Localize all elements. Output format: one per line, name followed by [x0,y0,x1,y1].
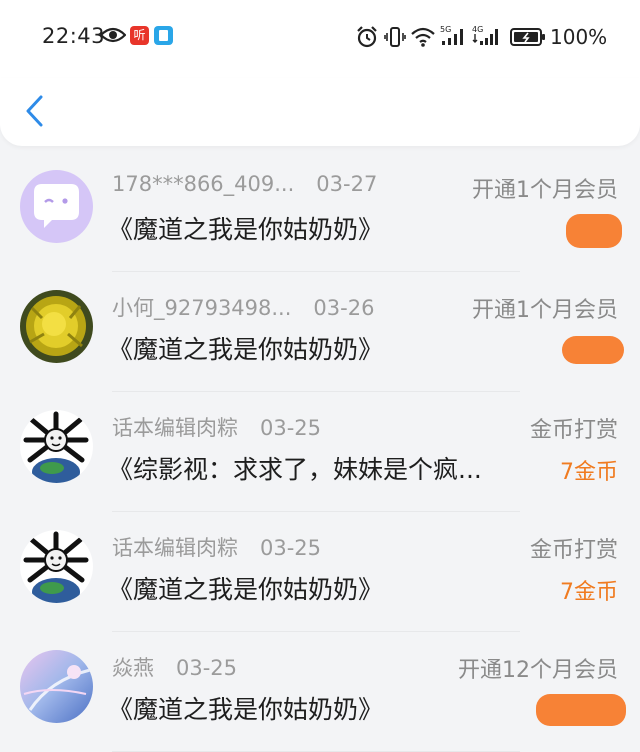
eye-icon [100,27,126,43]
signal-5g-icon: 5G [440,25,463,45]
battery-percent: 100% [550,25,608,49]
book-title: 《魔道之我是你姑奶奶》 [108,695,384,724]
list-item[interactable]: 小何_92793498... 03-26 《魔道之我是你姑奶奶》 开通1个月会员 [0,272,640,392]
username: 话本编辑肉粽 [112,416,238,440]
redacted-amount [566,214,622,248]
avatar [20,290,93,363]
wifi-icon [411,27,435,47]
chevron-left-icon[interactable] [22,94,48,128]
anime-avatar-image [20,650,93,723]
default-avatar-icon [20,170,93,243]
book-title: 《魔道之我是你姑奶奶》 [108,575,384,604]
status-time: 22:43 [42,24,106,48]
redacted-amount [562,336,624,364]
list-item[interactable]: 话本编辑肉粽 03-25 《综影视：求求了，妹妹是个疯... 金币打赏 7金币 [0,392,640,512]
nav-bar [0,78,640,146]
username: 178***866_409... [112,172,295,196]
status-bar: 22:43 听 5G 4G 100% [0,0,640,78]
vibrate-icon [384,27,406,47]
avatar [20,170,93,243]
signal-4g-icon: 4G [472,25,498,45]
battery-icon [510,28,545,46]
ting-app-icon: 听 [130,26,149,45]
record-date: 03-25 [260,536,322,560]
record-type: 金币打赏 [529,538,618,563]
record-type: 开通1个月会员 [472,298,618,323]
avatar [20,650,93,723]
alarm-icon [357,26,377,48]
svg-text:4G: 4G [472,25,483,34]
flower-avatar-image [20,290,93,363]
record-type: 开通12个月会员 [458,658,618,683]
book-title: 《魔道之我是你姑奶奶》 [108,335,384,364]
record-type: 开通1个月会员 [472,178,618,203]
username: 话本编辑肉粽 [112,536,238,560]
record-date: 03-25 [176,656,238,680]
record-type: 金币打赏 [529,418,618,443]
meme-avatar-image [20,410,93,483]
book-app-icon [154,26,173,45]
avatar [20,410,93,483]
record-date: 03-27 [316,172,378,196]
username: 小何_92793498... [112,296,292,320]
record-date: 03-26 [313,296,375,320]
book-title: 《综影视：求求了，妹妹是个疯... [108,455,482,484]
avatar [20,530,93,603]
list-item[interactable]: 焱燕 03-25 《魔道之我是你姑奶奶》 开通12个月会员 [0,632,640,752]
reward-amount: 7金币 [560,460,618,485]
list-item[interactable]: 话本编辑肉粽 03-25 《魔道之我是你姑奶奶》 金币打赏 7金币 [0,512,640,632]
reward-amount: 7金币 [560,580,618,605]
meme-avatar-image [20,530,93,603]
redacted-amount [536,694,626,726]
svg-text:5G: 5G [440,25,451,34]
username: 焱燕 [112,656,154,680]
book-title: 《魔道之我是你姑奶奶》 [108,215,384,244]
record-date: 03-25 [260,416,322,440]
list-item[interactable]: 178***866_409... 03-27 《魔道之我是你姑奶奶》 开通1个月会… [0,152,640,272]
